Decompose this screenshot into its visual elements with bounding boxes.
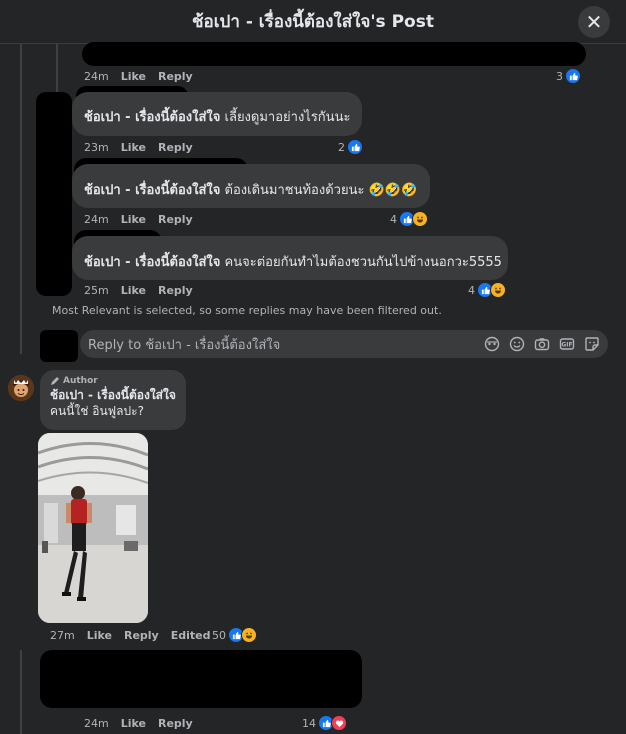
close-button[interactable]: ✕ xyxy=(578,6,610,38)
haha-reaction-icon xyxy=(412,211,428,227)
love-reaction-icon xyxy=(331,715,347,731)
author-comment-bubble: Author ช้อเปา - เรื่องนี้ต้องใส่ใจ คนนี้… xyxy=(40,370,186,430)
reply-link[interactable]: Reply xyxy=(158,213,193,226)
reaction-summary[interactable]: 4 xyxy=(390,211,428,227)
user-avatar xyxy=(40,330,78,362)
comment-meta: 25m Like Reply xyxy=(84,284,205,297)
reaction-count: 50 xyxy=(212,628,226,642)
like-link[interactable]: Like xyxy=(121,284,146,297)
comment-author[interactable]: ช้อเปา - เรื่องนี้ต้องใส่ใจ xyxy=(50,388,176,403)
comment-time: 25m xyxy=(84,284,109,297)
thread-line xyxy=(20,44,22,354)
redacted-comment-bubble xyxy=(40,650,362,708)
reply-link[interactable]: Reply xyxy=(158,141,193,154)
avatar-sticker-icon[interactable] xyxy=(484,336,500,352)
gif-icon[interactable]: GIF xyxy=(559,336,575,352)
thread-line xyxy=(56,44,58,94)
reaction-count: 2 xyxy=(338,140,345,154)
like-link[interactable]: Like xyxy=(87,629,112,642)
comment-bubble: ช้อเปา - เรื่องนี้ต้องใส่ใจ ต้องเดินมาชน… xyxy=(72,164,430,208)
comment-text: เลี้ยงดูมาอย่างไรกันนะ xyxy=(224,110,351,125)
author-avatar[interactable] xyxy=(8,375,34,401)
comment-author[interactable]: ช้อเปา - เรื่องนี้ต้องใส่ใจ xyxy=(84,183,220,198)
comment-time: 24m xyxy=(84,70,109,83)
like-link[interactable]: Like xyxy=(121,213,146,226)
author-badge-label: Author xyxy=(63,376,98,386)
comment-author[interactable]: ช้อเปา - เรื่องนี้ต้องใส่ใจ xyxy=(84,255,220,270)
author-badge: Author xyxy=(50,376,176,386)
reply-input[interactable]: Reply to ช้อเปา - เรื่องนี้ต้องใส่ใจ GIF xyxy=(80,330,608,358)
comment-text: คนจะต่อยกันทำไมต้องชวนกันไปข้างนอกวะ5555 xyxy=(224,255,502,270)
reaction-summary[interactable]: 14 xyxy=(302,715,347,731)
reply-link[interactable]: Reply xyxy=(158,284,193,297)
like-link[interactable]: Like xyxy=(121,70,146,83)
reaction-summary[interactable]: 4 xyxy=(468,282,506,298)
comment-meta: 24m Like Reply xyxy=(84,70,205,83)
comment-photo[interactable] xyxy=(38,433,148,623)
reaction-summary[interactable]: 50 xyxy=(212,627,257,643)
reply-placeholder: Reply to ช้อเปา - เรื่องนี้ต้องใส่ใจ xyxy=(88,337,281,353)
like-link[interactable]: Like xyxy=(121,141,146,154)
post-header: ช้อเปา - เรื่องนี้ต้องใส่ใจ's Post ✕ xyxy=(0,0,626,44)
sticker-icon[interactable] xyxy=(584,336,600,352)
comment-meta: 27m Like Reply Edited xyxy=(50,629,223,642)
svg-text:GIF: GIF xyxy=(561,342,572,349)
filter-notice: Most Relevant is selected, so some repli… xyxy=(52,304,442,317)
like-reaction-icon xyxy=(565,68,581,84)
reply-link[interactable]: Reply xyxy=(158,70,193,83)
comment-time: 24m xyxy=(84,717,109,730)
reaction-summary[interactable]: 2 xyxy=(338,139,363,155)
comment-text: คนนี้ใช่ อินฟูลปะ? xyxy=(50,404,144,418)
reaction-summary[interactable]: 3 xyxy=(556,68,581,84)
reaction-count: 4 xyxy=(390,212,397,226)
comment-meta: 24m Like Reply xyxy=(84,717,205,730)
reaction-count: 4 xyxy=(468,283,475,297)
reply-link[interactable]: Reply xyxy=(124,629,159,642)
reply-link[interactable]: Reply xyxy=(158,717,193,730)
post-title: ช้อเปา - เรื่องนี้ต้องใส่ใจ's Post xyxy=(192,12,434,32)
comment-meta: 24m Like Reply xyxy=(84,213,205,226)
comment-bubble: ช้อเปา - เรื่องนี้ต้องใส่ใจ คนจะต่อยกันท… xyxy=(72,236,508,280)
reaction-count: 14 xyxy=(302,716,316,730)
like-link[interactable]: Like xyxy=(121,717,146,730)
redacted-avatars xyxy=(36,92,72,296)
comment-meta: 23m Like Reply xyxy=(84,141,205,154)
camera-icon[interactable] xyxy=(534,336,550,352)
comment-time: 24m xyxy=(84,213,109,226)
comment-author[interactable]: ช้อเปา - เรื่องนี้ต้องใส่ใจ xyxy=(84,110,220,125)
comment-bubble: ช้อเปา - เรื่องนี้ต้องใส่ใจ เลี้ยงดูมาอย… xyxy=(72,92,362,136)
comment-time: 27m xyxy=(50,629,75,642)
reaction-count: 3 xyxy=(556,69,563,83)
author-avatar-image xyxy=(8,375,34,401)
haha-reaction-icon xyxy=(241,627,257,643)
edited-label: Edited xyxy=(170,629,211,642)
comment-text: ต้องเดินมาชนท้องด้วยนะ 🤣🤣🤣 xyxy=(224,183,418,198)
like-reaction-icon xyxy=(347,139,363,155)
emoji-icon[interactable] xyxy=(509,336,525,352)
close-icon: ✕ xyxy=(585,10,603,34)
airport-photo xyxy=(38,433,148,623)
redacted-comment-bubble xyxy=(82,42,586,66)
thread-line xyxy=(20,650,22,734)
haha-reaction-icon xyxy=(490,282,506,298)
pencil-icon xyxy=(51,377,59,385)
comment-time: 23m xyxy=(84,141,109,154)
